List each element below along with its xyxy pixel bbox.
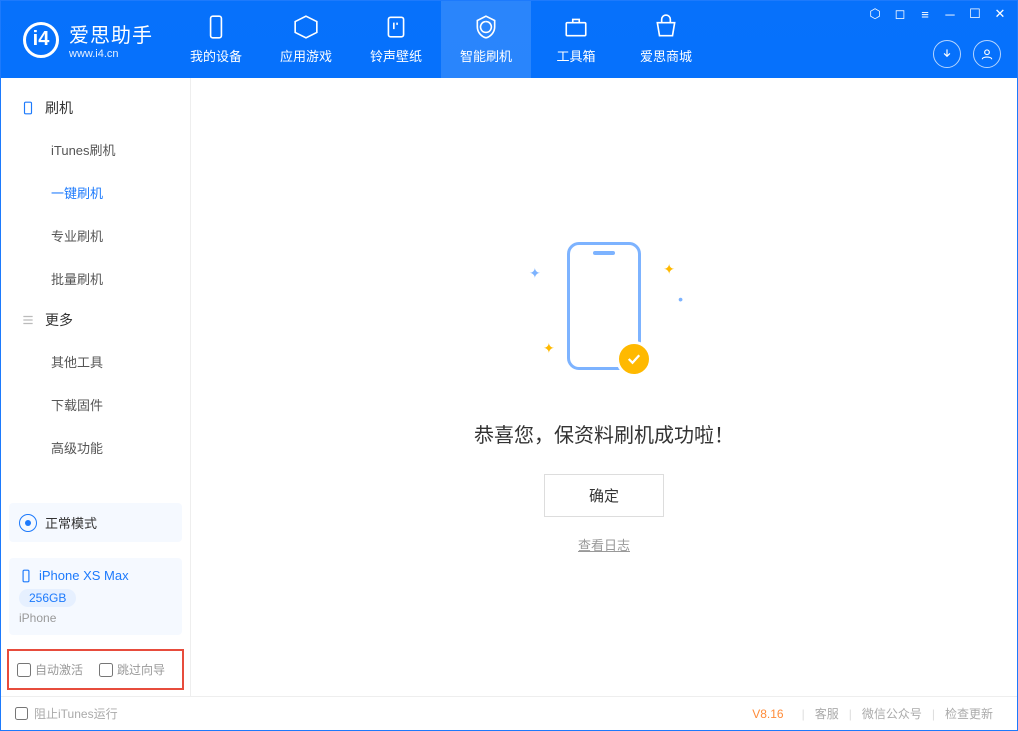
feedback-icon[interactable]: ◻ [893, 7, 907, 21]
ok-button[interactable]: 确定 [544, 474, 664, 517]
checkbox-skip-guide[interactable]: 跳过向导 [99, 661, 165, 678]
user-icon[interactable] [973, 40, 1001, 68]
nav-apps-games[interactable]: 应用游戏 [261, 1, 351, 78]
mode-label: 正常模式 [45, 513, 97, 532]
device-info-box[interactable]: iPhone XS Max 256GB iPhone [9, 558, 182, 635]
footer-link-wechat[interactable]: 微信公众号 [862, 705, 922, 722]
nav-ringtone-wallpaper[interactable]: 铃声壁纸 [351, 1, 441, 78]
menu-icon[interactable]: ≡ [918, 7, 932, 21]
phone-outline-icon [567, 242, 641, 370]
view-log-link[interactable]: 查看日志 [578, 535, 630, 554]
device-mode-box[interactable]: 正常模式 [9, 503, 182, 542]
success-illustration: ✦✦✦• [519, 221, 689, 391]
sidebar-item-batch-flash[interactable]: 批量刷机 [1, 257, 190, 300]
logo-area: i4 爱思助手 www.i4.cn [1, 19, 171, 60]
header-action-icons [933, 40, 1001, 68]
sidebar-item-download-firmware[interactable]: 下载固件 [1, 383, 190, 426]
nav-toolbox[interactable]: 工具箱 [531, 1, 621, 78]
status-bar: 阻止iTunes运行 V8.16 | 客服 | 微信公众号 | 检查更新 [1, 696, 1017, 730]
minimize-icon[interactable]: ─ [943, 7, 957, 21]
sidebar-section-more: 更多 [1, 300, 190, 340]
sidebar-item-other-tools[interactable]: 其他工具 [1, 340, 190, 383]
device-phone-icon [19, 569, 33, 583]
close-icon[interactable]: ✕ [993, 7, 1007, 21]
sidebar-item-onekey-flash[interactable]: 一键刷机 [1, 171, 190, 214]
app-header: i4 爱思助手 www.i4.cn 我的设备 应用游戏 铃声壁纸 智能刷机 工具… [1, 1, 1017, 78]
footer-link-support[interactable]: 客服 [815, 705, 839, 722]
sidebar-section-flash: 刷机 [1, 88, 190, 128]
sidebar-item-advanced[interactable]: 高级功能 [1, 426, 190, 469]
app-site: www.i4.cn [69, 48, 153, 60]
sidebar: 刷机 iTunes刷机 一键刷机 专业刷机 批量刷机 更多 其他工具 下载固件 … [1, 78, 191, 696]
device-name: iPhone XS Max [39, 568, 129, 583]
nav-my-device[interactable]: 我的设备 [171, 1, 261, 78]
skin-icon[interactable]: ⬡ [868, 7, 882, 21]
sidebar-item-pro-flash[interactable]: 专业刷机 [1, 214, 190, 257]
nav-store[interactable]: 爱思商城 [621, 1, 711, 78]
success-message: 恭喜您，保资料刷机成功啦！ [474, 419, 734, 448]
device-capacity: 256GB [19, 589, 76, 607]
main-content: ✦✦✦• 恭喜您，保资料刷机成功啦！ 确定 查看日志 [191, 78, 1017, 696]
nav-smart-flash[interactable]: 智能刷机 [441, 1, 531, 78]
version-label: V8.16 [752, 707, 783, 721]
checkbox-auto-activate[interactable]: 自动激活 [17, 661, 83, 678]
window-controls: ⬡ ◻ ≡ ─ ☐ ✕ [868, 7, 1007, 21]
device-type: iPhone [19, 611, 172, 625]
phone-icon [21, 101, 35, 115]
mode-indicator-icon [19, 514, 37, 532]
checkbox-block-itunes[interactable]: 阻止iTunes运行 [15, 705, 118, 722]
maximize-icon[interactable]: ☐ [968, 7, 982, 21]
main-nav: 我的设备 应用游戏 铃声壁纸 智能刷机 工具箱 爱思商城 [171, 1, 711, 78]
sidebar-options-highlighted: 自动激活 跳过向导 [7, 649, 184, 690]
app-name: 爱思助手 [69, 19, 153, 48]
download-icon[interactable] [933, 40, 961, 68]
sidebar-item-itunes-flash[interactable]: iTunes刷机 [1, 128, 190, 171]
footer-link-check-update[interactable]: 检查更新 [945, 705, 993, 722]
list-icon [21, 313, 35, 327]
logo-icon: i4 [23, 22, 59, 58]
success-check-icon [616, 341, 652, 377]
